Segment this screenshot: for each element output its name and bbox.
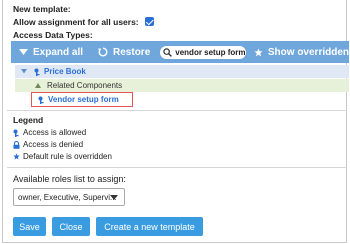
roles-label: Available roles list to assign: [13,174,126,184]
allow-assignment-checkbox[interactable] [145,17,155,26]
restore-label: Restore [113,46,151,58]
legend-label: Default rule is overridden [23,152,112,161]
collapse-triangle-icon [21,69,27,74]
allow-assignment-row: Allow assignment for all users: [13,17,155,27]
legend-label: Access is denied [23,140,84,149]
roles-select[interactable]: owner, Executive, Supervi... [13,188,125,206]
legend-item-denied: Access is denied [13,140,83,149]
access-data-types-label: Access Data Types: [13,30,93,40]
roles-selected-value: owner, Executive, Supervi... [18,192,117,202]
search-icon [163,47,173,57]
expand-all-label: Expand all [33,46,84,58]
template-panel: New template: Allow assignment for all u… [2,0,349,243]
create-template-button[interactable]: Create a new template [96,217,203,236]
lock-icon [13,140,20,149]
tree-node-label: Price Book [44,67,86,76]
legend-item-overridden: Default rule is overridden [13,152,112,161]
tree-node-label: Vendor setup form [48,95,119,104]
divider [7,110,347,111]
collapse-triangle-icon [35,83,41,88]
show-overridden-label: Show overridden [267,46,349,58]
legend-title: Legend [13,115,44,125]
star-icon [13,153,20,160]
show-overridden-button[interactable]: Show overridden [254,47,349,58]
allow-assignment-label: Allow assignment for all users: [13,17,139,27]
chevron-down-icon [110,195,118,200]
search-value: vendor setup form [175,47,246,57]
divider [7,167,347,168]
tree-node-label: Related Components [47,81,123,90]
legend-label: Access is allowed [23,128,87,137]
key-icon [34,68,40,76]
key-icon [38,96,44,104]
key-icon [13,129,19,137]
close-button[interactable]: Close [52,217,90,236]
expand-all-button[interactable]: Expand all [19,47,83,58]
tree-node-related-components[interactable]: Related Components [15,79,349,92]
chevron-down-icon [19,48,28,55]
save-button[interactable]: Save [13,217,46,236]
legend-item-allowed: Access is allowed [13,128,86,137]
star-icon [254,47,263,56]
tree-node-price-book[interactable]: Price Book [15,65,349,78]
template-heading: New template: [13,4,71,14]
tree-search-input[interactable]: vendor setup form [160,45,246,59]
tree-toolbar: Expand all Restore vendor setup form Sho… [11,41,349,63]
restore-icon [98,47,108,57]
restore-button[interactable]: Restore [98,47,150,58]
tree-node-vendor-setup-form[interactable]: Vendor setup form [31,92,133,107]
